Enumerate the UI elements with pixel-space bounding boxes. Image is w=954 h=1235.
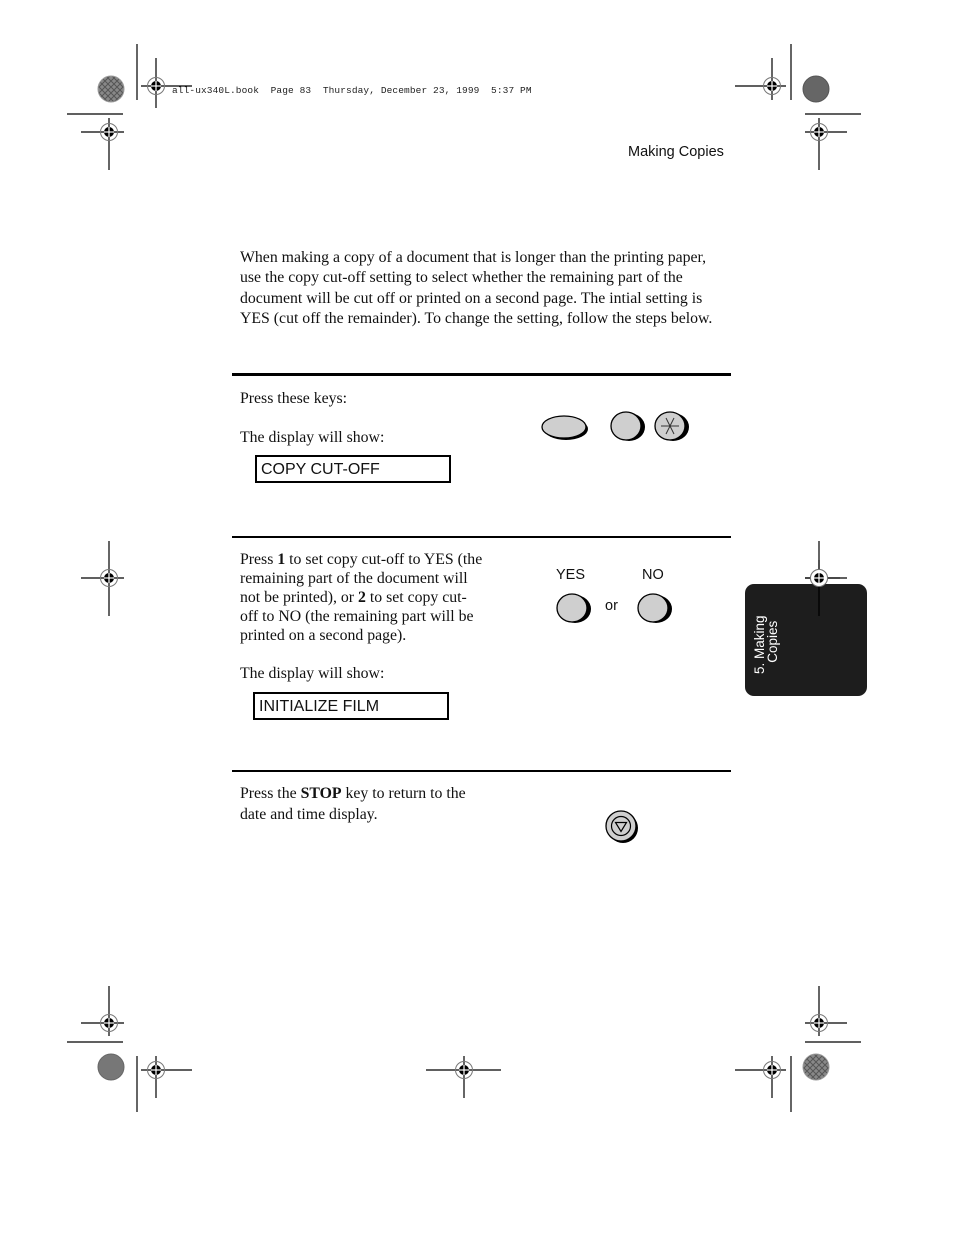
step1-keys <box>541 411 689 441</box>
stop-key-name: STOP <box>300 785 342 802</box>
text: to set copy cut- <box>365 589 467 606</box>
step1-display: COPY CUT-OFF <box>255 455 451 483</box>
text: key to return to the <box>341 785 466 802</box>
book-header: all-ux340L.book Page 83 Thursday, Decemb… <box>172 85 532 96</box>
yes-key-icon <box>556 593 591 623</box>
text: Press <box>240 551 278 568</box>
running-head: Making Copies <box>628 144 724 160</box>
key-number-2: 2 <box>358 589 366 606</box>
stop-key-icon <box>605 810 638 843</box>
section-rule <box>232 536 731 538</box>
section-rule <box>232 373 731 376</box>
step2-keys <box>556 593 672 623</box>
text: printed on a second page). <box>240 627 407 644</box>
tab-registration-mark <box>805 560 840 616</box>
step2-display: INITIALIZE FILM <box>253 692 449 720</box>
text: off to NO (the remaining part will be <box>240 608 474 625</box>
text: date and time display. <box>240 805 378 823</box>
yes-label: YES <box>556 567 586 583</box>
no-key-icon <box>637 593 672 623</box>
step2-instruction: Press 1 to set copy cut-off to YES (the … <box>240 550 510 645</box>
color-target-icon <box>802 1053 830 1081</box>
text: Press the <box>240 785 301 802</box>
function-key-icon <box>541 415 588 440</box>
step2-display-label: The display will show: <box>240 665 385 682</box>
section-rule <box>232 770 731 772</box>
color-target-icon <box>97 1053 125 1081</box>
text: not be printed), or <box>240 589 359 606</box>
star-key-icon <box>654 411 689 441</box>
intro-paragraph: When making a copy of a document that is… <box>240 249 713 327</box>
no-label: NO <box>642 567 664 583</box>
color-target-icon <box>802 75 830 103</box>
step1-instruction: Press these keys: <box>240 390 348 407</box>
chapter-tab-line2: Copies <box>765 620 780 674</box>
chapter-tab-label: 5. Making Copies <box>752 615 780 674</box>
text: to set copy cut-off to YES (the <box>285 551 483 568</box>
color-target-icon <box>97 75 125 103</box>
number-key-icon <box>610 411 645 441</box>
step1-display-label: The display will show: <box>240 429 385 446</box>
step3-instruction: Press the STOP key to return to the date… <box>240 784 510 825</box>
text: remaining part of the document will <box>240 570 468 587</box>
